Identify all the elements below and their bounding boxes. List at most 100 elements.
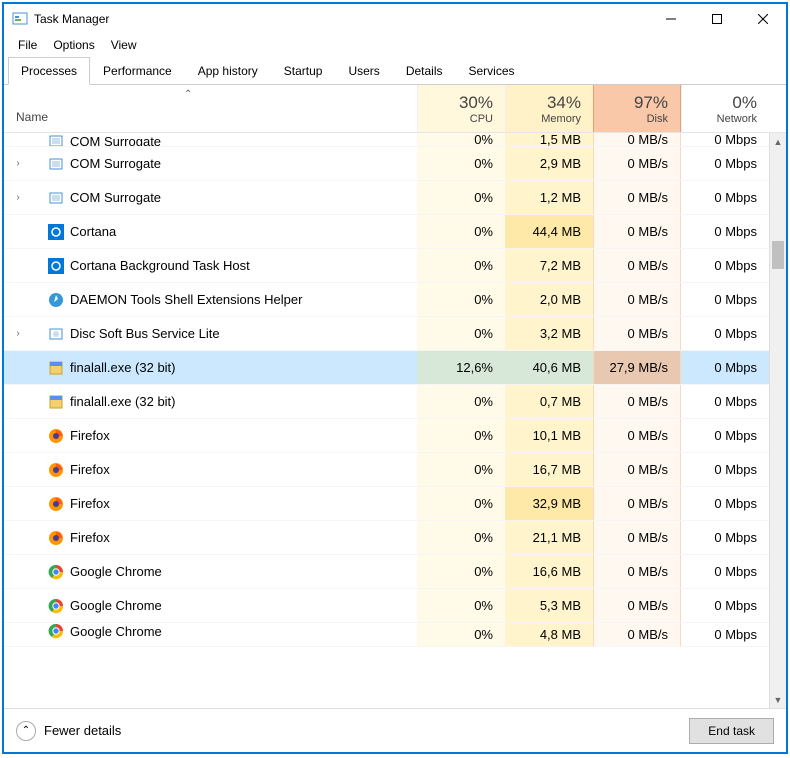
process-name-cell: Cortana Background Task Host <box>4 258 417 274</box>
process-name: COM Surrogate <box>70 190 161 205</box>
cell-cpu: 0% <box>417 385 505 418</box>
cell-cpu: 0% <box>417 419 505 452</box>
process-name: Google Chrome <box>70 624 162 639</box>
cell-memory: 16,7 MB <box>505 453 593 486</box>
cell-cpu: 0% <box>417 317 505 350</box>
table-row[interactable]: DAEMON Tools Shell Extensions Helper0%2,… <box>4 283 769 317</box>
process-name: finalall.exe (32 bit) <box>70 394 176 409</box>
process-icon <box>48 133 64 147</box>
end-task-button[interactable]: End task <box>689 718 774 744</box>
cell-disk: 0 MB/s <box>593 215 681 248</box>
scroll-thumb[interactable] <box>772 241 784 269</box>
cell-network: 0 Mbps <box>681 283 769 316</box>
minimize-button[interactable] <box>648 4 694 34</box>
table-row[interactable]: finalall.exe (32 bit)12,6%40,6 MB27,9 MB… <box>4 351 769 385</box>
cell-cpu: 0% <box>417 555 505 588</box>
cell-network: 0 Mbps <box>681 487 769 520</box>
table-row[interactable]: finalall.exe (32 bit)0%0,7 MB0 MB/s0 Mbp… <box>4 385 769 419</box>
process-name: Cortana <box>70 224 116 239</box>
table-row[interactable]: ›COM Surrogate0%1,2 MB0 MB/s0 Mbps <box>4 181 769 215</box>
header-memory[interactable]: 34% Memory <box>505 85 593 132</box>
process-icon <box>48 428 64 444</box>
menu-file[interactable]: File <box>12 36 43 54</box>
maximize-button[interactable] <box>694 4 740 34</box>
cell-network: 0 Mbps <box>681 453 769 486</box>
header-network[interactable]: 0% Network <box>681 85 769 132</box>
table-row[interactable]: Google Chrome0%16,6 MB0 MB/s0 Mbps <box>4 555 769 589</box>
table-row[interactable]: ›COM Surrogate0%2,9 MB0 MB/s0 Mbps <box>4 147 769 181</box>
table-row[interactable]: Google Chrome0%4,8 MB0 MB/s0 Mbps <box>4 623 769 647</box>
cell-disk: 0 MB/s <box>593 453 681 486</box>
process-name: Firefox <box>70 496 110 511</box>
table-row[interactable]: Firefox0%10,1 MB0 MB/s0 Mbps <box>4 419 769 453</box>
scroll-down-icon[interactable]: ▼ <box>770 691 786 708</box>
process-icon <box>48 360 64 376</box>
cell-memory: 2,9 MB <box>505 147 593 180</box>
process-name-cell: Google Chrome <box>4 564 417 580</box>
cell-network: 0 Mbps <box>681 181 769 214</box>
footer: ⌃ Fewer details End task <box>4 708 786 752</box>
fewer-details-button[interactable]: ⌃ Fewer details <box>16 721 689 741</box>
close-button[interactable] <box>740 4 786 34</box>
scrollbar[interactable]: ▲ ▼ <box>769 133 786 708</box>
process-icon <box>48 462 64 478</box>
cell-disk: 0 MB/s <box>593 521 681 554</box>
cell-cpu: 0% <box>417 215 505 248</box>
tab-users[interactable]: Users <box>335 57 392 85</box>
cell-network: 0 Mbps <box>681 133 769 146</box>
cell-memory: 3,2 MB <box>505 317 593 350</box>
cell-cpu: 0% <box>417 181 505 214</box>
process-icon <box>48 292 64 308</box>
header-cpu[interactable]: 30% CPU <box>417 85 505 132</box>
column-headers: ⌃ Name 30% CPU 34% Memory 97% Disk 0% Ne… <box>4 85 786 133</box>
cell-memory: 32,9 MB <box>505 487 593 520</box>
expand-icon[interactable]: › <box>12 328 24 339</box>
table-row[interactable]: COM Surrogate0%1,5 MB0 MB/s0 Mbps <box>4 133 769 147</box>
tab-app-history[interactable]: App history <box>185 57 271 85</box>
process-name: COM Surrogate <box>70 134 161 148</box>
process-name: DAEMON Tools Shell Extensions Helper <box>70 292 302 307</box>
process-name-cell: › COM Surrogate <box>4 190 417 206</box>
table-row[interactable]: ›Disc Soft Bus Service Lite0%3,2 MB0 MB/… <box>4 317 769 351</box>
header-disk[interactable]: 97% Disk <box>593 85 681 132</box>
cell-disk: 0 MB/s <box>593 589 681 622</box>
cell-disk: 0 MB/s <box>593 555 681 588</box>
table-row[interactable]: Cortana Background Task Host0%7,2 MB0 MB… <box>4 249 769 283</box>
process-name: Google Chrome <box>70 564 162 579</box>
table-row[interactable]: Firefox0%16,7 MB0 MB/s0 Mbps <box>4 453 769 487</box>
cell-memory: 7,2 MB <box>505 249 593 282</box>
process-name-cell: › COM Surrogate <box>4 156 417 172</box>
tab-details[interactable]: Details <box>393 57 456 85</box>
tab-startup[interactable]: Startup <box>271 57 336 85</box>
cell-disk: 0 MB/s <box>593 487 681 520</box>
process-name: COM Surrogate <box>70 156 161 171</box>
process-name-cell: finalall.exe (32 bit) <box>4 360 417 376</box>
process-icon <box>48 258 64 274</box>
tab-processes[interactable]: Processes <box>8 57 90 85</box>
process-icon <box>48 156 64 172</box>
titlebar[interactable]: Task Manager <box>4 4 786 34</box>
tab-performance[interactable]: Performance <box>90 57 185 85</box>
cell-network: 0 Mbps <box>681 589 769 622</box>
cell-disk: 27,9 MB/s <box>593 351 681 384</box>
menu-options[interactable]: Options <box>47 36 100 54</box>
tab-services[interactable]: Services <box>456 57 528 85</box>
tabs: Processes Performance App history Startu… <box>4 56 786 85</box>
cell-cpu: 0% <box>417 589 505 622</box>
header-name[interactable]: ⌃ Name <box>4 85 417 132</box>
menu-view[interactable]: View <box>105 36 143 54</box>
table-row[interactable]: Google Chrome0%5,3 MB0 MB/s0 Mbps <box>4 589 769 623</box>
process-name-cell: Firefox <box>4 428 417 444</box>
cell-cpu: 0% <box>417 147 505 180</box>
scroll-up-icon[interactable]: ▲ <box>770 133 786 150</box>
table-row[interactable]: Firefox0%21,1 MB0 MB/s0 Mbps <box>4 521 769 555</box>
table-row[interactable]: Cortana0%44,4 MB0 MB/s0 Mbps <box>4 215 769 249</box>
cell-network: 0 Mbps <box>681 317 769 350</box>
process-icon <box>48 530 64 546</box>
process-name-cell: finalall.exe (32 bit) <box>4 394 417 410</box>
expand-icon[interactable]: › <box>12 158 24 169</box>
expand-icon[interactable]: › <box>12 192 24 203</box>
cell-cpu: 0% <box>417 487 505 520</box>
cell-network: 0 Mbps <box>681 147 769 180</box>
table-row[interactable]: Firefox 0%32,9 MB0 MB/s0 Mbps <box>4 487 769 521</box>
